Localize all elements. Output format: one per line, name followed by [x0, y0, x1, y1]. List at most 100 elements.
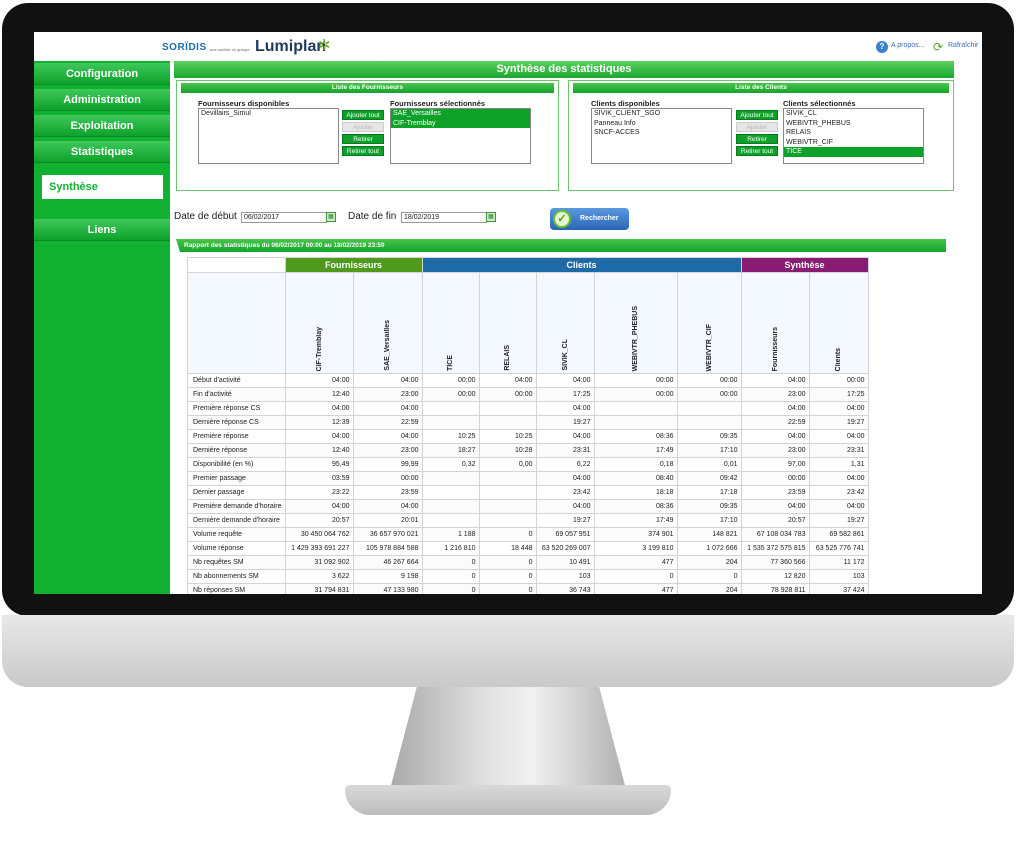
- table-cell: 23:59: [740, 485, 810, 500]
- row-label: Première réponse CS: [187, 401, 286, 416]
- table-row: Première demande d'horaire 04:00 04:00 04:0…: [187, 499, 869, 514]
- list-item[interactable]: RELAIS: [784, 128, 923, 138]
- list-item[interactable]: SIVIK_CLIENT_SGO: [592, 109, 731, 119]
- table-cell: 04:00: [284, 373, 354, 388]
- table-cell: 04:00: [740, 401, 810, 416]
- clients-available-list[interactable]: SIVIK_CLIENT_SGO Panneau Info SNCF-ACCES: [591, 108, 732, 164]
- suppliers-add-button[interactable]: Ajouter: [342, 122, 384, 132]
- table-cell: 12:40: [284, 443, 354, 458]
- table-cell: 04:00: [740, 373, 810, 388]
- row-label: Dernière réponse CS: [187, 415, 286, 430]
- table-cell: 04:00: [808, 429, 869, 444]
- table-cell: 1 072 666: [676, 541, 742, 556]
- column-header-row: CIF-Tremblay SAE_Versailles TICE RELAIS SIVI…: [187, 272, 869, 374]
- table-cell: 0,00: [478, 457, 537, 472]
- table-cell: [421, 415, 480, 430]
- table-cell: 00:00: [593, 373, 678, 388]
- clients-selected-list[interactable]: SIVIK_CL WEBIVTR_PHEBUS RELAIS WEBIVTR_C…: [783, 108, 924, 164]
- table-cell: 04:00: [352, 499, 423, 514]
- sidebar-item-configuration[interactable]: Configuration: [34, 63, 170, 85]
- suppliers-available-list[interactable]: Devillairs_Simul: [198, 108, 339, 164]
- sidebar-item-statistiques[interactable]: Statistiques: [34, 141, 170, 163]
- table-cell: 22:59: [352, 415, 423, 430]
- table-cell: 00:00: [421, 373, 480, 388]
- table-row: Première réponse CS 04:00 04:00 04:00 04:00 0…: [187, 401, 869, 416]
- table-cell: 04:00: [535, 401, 595, 416]
- table-cell: 31 092 902: [284, 555, 354, 570]
- calendar-icon[interactable]: ▦: [326, 212, 336, 222]
- suppliers-selected-list[interactable]: SAE_Versailles CIF-Tremblay: [390, 108, 531, 164]
- sidebar-subitem-synthese[interactable]: Synthèse: [42, 175, 163, 199]
- list-item[interactable]: SAE_Versailles: [391, 109, 530, 119]
- row-label: Volume réponse: [187, 541, 286, 556]
- list-item[interactable]: WEBIVTR_PHEBUS: [784, 119, 923, 129]
- column-header: WEBIVTR_PHEBUS: [593, 272, 678, 374]
- table-cell: 103: [535, 569, 595, 584]
- table-cell: 19:27: [535, 415, 595, 430]
- column-header-label: CIF-Tremblay: [315, 326, 323, 371]
- table-cell: 23:00: [740, 387, 810, 402]
- sidebar-item-liens[interactable]: Liens: [34, 219, 170, 241]
- about-link[interactable]: A propos...: [891, 42, 924, 49]
- calendar-icon[interactable]: ▦: [486, 212, 496, 222]
- table-cell: 31 794 831: [284, 583, 354, 594]
- table-cell: 1,31: [808, 457, 869, 472]
- table-cell: 1 429 393 691 227: [284, 541, 354, 556]
- table-cell: 0: [421, 555, 480, 570]
- clients-add-all-button[interactable]: Ajouter tout: [736, 110, 778, 120]
- table-cell: 77 360 566: [740, 555, 810, 570]
- list-item[interactable]: Panneau Info: [592, 119, 731, 129]
- clients-remove-button[interactable]: Retirer: [736, 134, 778, 144]
- clients-add-button[interactable]: Ajouter: [736, 122, 778, 132]
- table-cell: 0: [478, 583, 537, 594]
- clients-remove-all-button[interactable]: Retirer tout: [736, 146, 778, 156]
- suppliers-remove-all-button[interactable]: Retirer tout: [342, 146, 384, 156]
- start-date-label: Date de début: [174, 211, 237, 222]
- list-item[interactable]: SIVIK_CL: [784, 109, 923, 119]
- table-cell: 23:42: [535, 485, 595, 500]
- table-cell: 19:27: [808, 513, 869, 528]
- column-header-label: RELAIS: [504, 345, 511, 371]
- table-row: Volume réponse 1 429 393 691 227 105 978 8…: [187, 541, 869, 556]
- sidebar-item-administration[interactable]: Administration: [34, 89, 170, 111]
- table-cell: 1 188: [421, 527, 480, 542]
- list-item[interactable]: SNCF-ACCES: [592, 128, 731, 138]
- stats-table-body: Début d'activité 04:00 04:00 00:00 04:00 04:0…: [187, 373, 869, 594]
- soredis-logo: SORÏDIS: [162, 42, 207, 53]
- row-label: Dernière réponse: [187, 443, 286, 458]
- start-date-input[interactable]: 06/02/2017: [241, 212, 327, 223]
- table-cell: 00:00: [808, 373, 869, 388]
- suppliers-add-all-button[interactable]: Ajouter tout: [342, 110, 384, 120]
- table-cell: 0,01: [676, 457, 742, 472]
- table-cell: 99,99: [352, 457, 423, 472]
- table-cell: 22:59: [740, 415, 810, 430]
- end-date-input[interactable]: 18/02/2019: [401, 212, 487, 223]
- table-cell: [421, 471, 480, 486]
- list-item[interactable]: TICE: [784, 147, 923, 157]
- table-row: Volume requête 30 450 064 762 36 657 970 0…: [187, 527, 869, 542]
- table-cell: 17:10: [676, 513, 742, 528]
- table-cell: 04:00: [352, 373, 423, 388]
- table-cell: [478, 513, 537, 528]
- list-item[interactable]: Devillairs_Simul: [199, 109, 338, 119]
- row-label: Volume requête: [187, 527, 286, 542]
- column-header-label: Clients: [835, 347, 842, 371]
- lumiplan-mark-icon: ✲: [318, 37, 331, 54]
- list-item[interactable]: CIF-Tremblay: [391, 118, 530, 128]
- refresh-icon[interactable]: ⟳: [933, 40, 943, 54]
- suppliers-remove-button[interactable]: Retirer: [342, 134, 384, 144]
- help-icon[interactable]: ?: [876, 41, 888, 53]
- table-cell: 95,49: [284, 457, 354, 472]
- table-cell: 18:27: [421, 443, 480, 458]
- table-cell: 0: [478, 555, 537, 570]
- column-header: WEBIVTR_CIF: [676, 272, 742, 374]
- list-item[interactable]: WEBIVTR_CIF: [784, 138, 923, 148]
- sidebar-item-exploitation[interactable]: Exploitation: [34, 115, 170, 137]
- search-button[interactable]: ✓ Rechercher: [550, 208, 629, 230]
- monitor-base: [345, 785, 671, 815]
- clients-panel-title: Liste des Clients: [573, 83, 949, 93]
- table-cell: 36 657 970 021: [352, 527, 423, 542]
- group-header-clients: Clients: [421, 257, 742, 273]
- row-label: Dernier passage: [187, 485, 286, 500]
- refresh-link[interactable]: Rafraîchir: [948, 42, 978, 49]
